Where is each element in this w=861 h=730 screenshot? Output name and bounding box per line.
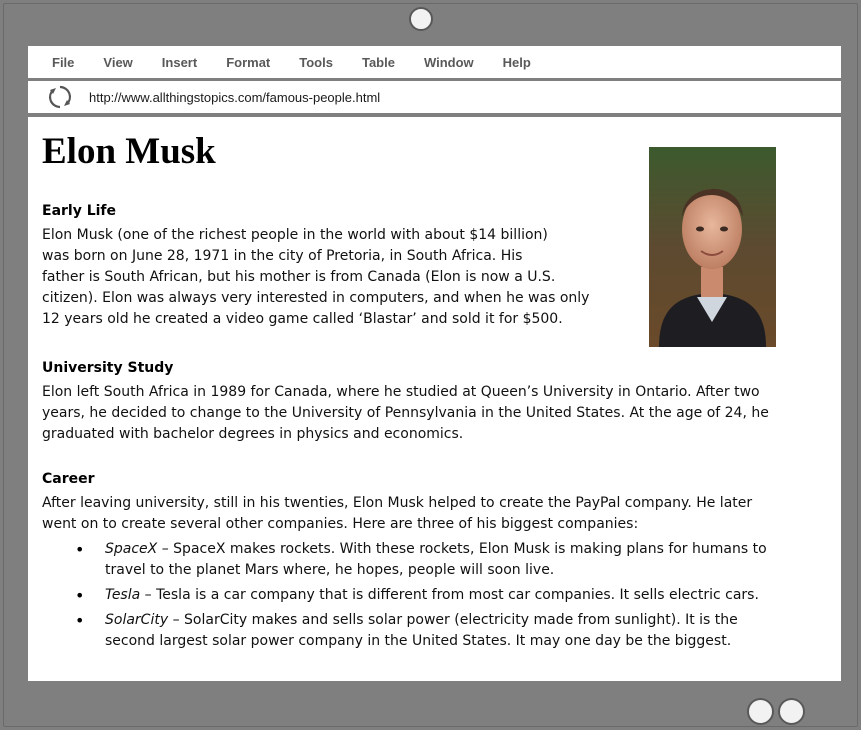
company-desc: – SolarCity makes and sells solar power … [168, 612, 738, 628]
list-item: Tesla – Tesla is a car company that is d… [42, 585, 822, 606]
company-desc: – Tesla is a car company that is differe… [140, 587, 759, 603]
career-line: After leaving university, still in his t… [42, 495, 753, 511]
early-life-heading: Early Life [42, 203, 117, 219]
tablet-frame: File View Insert Format Tools Table Wind… [0, 0, 861, 730]
page-content: Elon Musk Early Life Elon Musk (one of t… [28, 117, 841, 681]
early-life-paragraph: Elon Musk (one of the richest people in … [42, 225, 642, 330]
address-bar: http://www.allthingstopics.com/famous-pe… [28, 81, 841, 113]
hardware-button-right[interactable] [778, 698, 805, 725]
menu-tools[interactable]: Tools [299, 55, 333, 70]
company-name: Tesla [105, 587, 141, 603]
portrait-photo [649, 147, 776, 347]
early-life-line: Elon Musk (one of the richest people in … [42, 227, 548, 243]
career-line: went on to create several other companie… [42, 516, 639, 532]
career-heading: Career [42, 471, 95, 487]
company-name: SpaceX [105, 541, 158, 557]
company-desc-cont: travel to the planet Mars where, he hope… [105, 562, 555, 578]
university-line: years, he decided to change to the Unive… [42, 405, 769, 421]
camera-icon [409, 7, 433, 31]
menu-view[interactable]: View [103, 55, 132, 70]
company-list: SpaceX – SpaceX makes rockets. With thes… [42, 539, 822, 656]
company-desc: – SpaceX makes rockets. With these rocke… [157, 541, 767, 557]
hardware-button-left[interactable] [747, 698, 774, 725]
university-paragraph: Elon left South Africa in 1989 for Canad… [42, 382, 832, 445]
list-item: SolarCity – SolarCity makes and sells so… [42, 610, 822, 652]
early-life-line: was born on June 28, 1971 in the city of… [42, 248, 523, 264]
career-paragraph: After leaving university, still in his t… [42, 493, 832, 535]
menu-format[interactable]: Format [226, 55, 270, 70]
early-life-line: 12 years old he created a video game cal… [42, 311, 563, 327]
menu-bar: File View Insert Format Tools Table Wind… [28, 46, 841, 78]
university-line: graduated with bachelor degrees in physi… [42, 426, 464, 442]
university-heading: University Study [42, 360, 174, 376]
company-desc-cont: second largest solar power company in th… [105, 633, 732, 649]
menu-file[interactable]: File [52, 55, 74, 70]
company-name: SolarCity [105, 612, 169, 628]
university-line: Elon left South Africa in 1989 for Canad… [42, 384, 760, 400]
menu-window[interactable]: Window [424, 55, 474, 70]
menu-insert[interactable]: Insert [162, 55, 197, 70]
early-life-line: citizen). Elon was always very intereste… [42, 290, 590, 306]
refresh-icon[interactable] [45, 82, 75, 112]
early-life-line: father is South African, but his mother … [42, 269, 556, 285]
url-text[interactable]: http://www.allthingstopics.com/famous-pe… [89, 90, 380, 105]
menu-help[interactable]: Help [503, 55, 531, 70]
menu-table[interactable]: Table [362, 55, 395, 70]
list-item: SpaceX – SpaceX makes rockets. With thes… [42, 539, 822, 581]
page-title: Elon Musk [42, 131, 216, 172]
